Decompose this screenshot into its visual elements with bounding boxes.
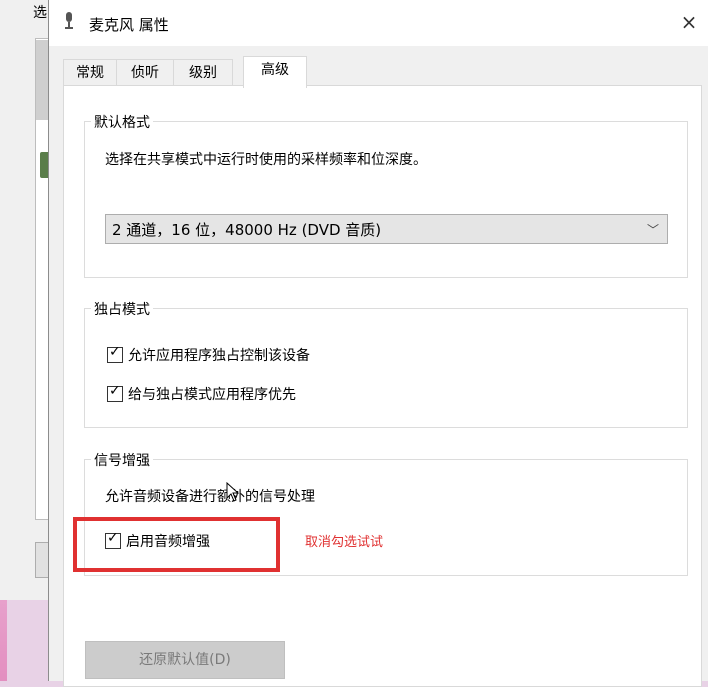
signal-enhancement-title: 信号增强 xyxy=(91,450,153,470)
tab-general[interactable]: 常规 xyxy=(63,59,117,87)
microphone-properties-dialog: 麦克风 属性 × 常规 侦听 级别 高级 默认格式 选择在共享模式中运行时使用的… xyxy=(48,0,708,687)
dialog-title: 麦克风 属性 xyxy=(89,16,169,34)
checkbox-box: ✓ xyxy=(107,383,123,402)
default-format-description: 选择在共享模式中运行时使用的采样频率和位深度。 xyxy=(105,152,427,168)
advanced-panel: 默认格式 选择在共享模式中运行时使用的采样频率和位深度。 2 通道，16 位，4… xyxy=(63,85,702,687)
default-format-title: 默认格式 xyxy=(91,112,153,132)
close-button[interactable]: × xyxy=(675,8,703,36)
tab-bar: 常规 侦听 级别 高级 xyxy=(63,56,703,88)
tab-advanced[interactable]: 高级 xyxy=(243,56,307,88)
highlight-box xyxy=(73,517,280,572)
exclusive-priority-label: 给与独占模式应用程序优先 xyxy=(128,387,296,403)
tab-listen[interactable]: 侦听 xyxy=(116,59,174,87)
allow-exclusive-label: 允许应用程序独占控制该设备 xyxy=(128,348,310,364)
tab-levels[interactable]: 级别 xyxy=(173,59,233,87)
checkbox-box: ✓ xyxy=(107,344,123,363)
sample-rate-select[interactable]: 2 通道，16 位，48000 Hz (DVD 音质) ﹀ xyxy=(105,214,668,244)
chevron-down-icon: ﹀ xyxy=(646,223,659,237)
sample-rate-value: 2 通道，16 位，48000 Hz (DVD 音质) xyxy=(112,221,382,239)
signal-enhancement-description: 允许音频设备进行额外的信号处理 xyxy=(105,489,315,505)
allow-exclusive-checkbox[interactable]: ✓ 允许应用程序独占控制该设备 xyxy=(107,344,310,365)
checkmark-icon: ✓ xyxy=(109,344,121,360)
background-list-item xyxy=(36,40,48,120)
checkmark-icon: ✓ xyxy=(109,383,121,399)
title-bar: 麦克风 属性 × xyxy=(49,0,708,46)
background-window-title: 选 xyxy=(33,5,47,21)
mouse-cursor-icon xyxy=(226,482,240,502)
exclusive-priority-checkbox[interactable]: ✓ 给与独占模式应用程序优先 xyxy=(107,383,296,404)
restore-defaults-button[interactable]: 还原默认值(D) xyxy=(85,641,285,679)
exclusive-mode-title: 独占模式 xyxy=(91,299,153,319)
exclusive-mode-group: 独占模式 ✓ 允许应用程序独占控制该设备 ✓ 给与独占模式应用程序优先 xyxy=(84,299,688,428)
default-format-group: 默认格式 选择在共享模式中运行时使用的采样频率和位深度。 2 通道，16 位，4… xyxy=(84,112,688,278)
microphone-icon xyxy=(65,12,73,29)
annotation-text: 取消勾选试试 xyxy=(305,535,384,550)
